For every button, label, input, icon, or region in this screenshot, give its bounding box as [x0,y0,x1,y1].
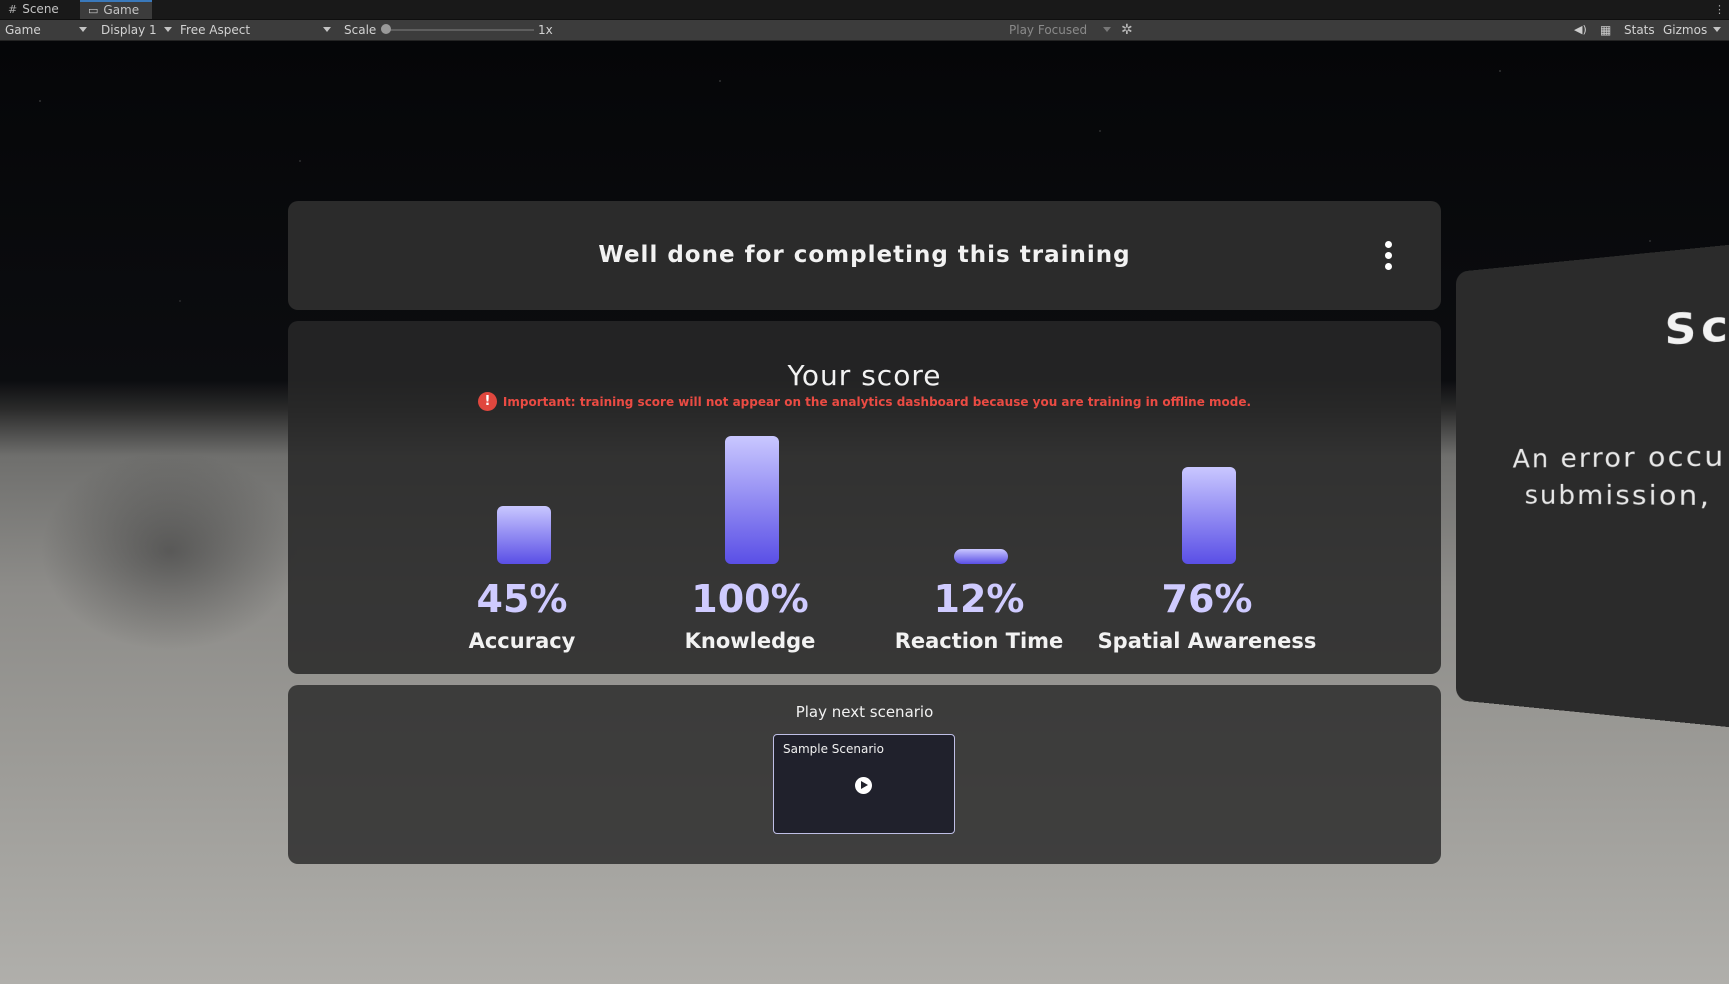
game-view-toolbar: Game Display 1 Free Aspect Scale 1x Play… [0,20,1729,41]
side-panel-line: An error occu [1512,439,1726,474]
side-panel-title: Sco [1664,298,1729,355]
next-scenario-panel: Play next scenario Sample Scenario [288,685,1441,864]
metric-bar [497,506,551,564]
aspect-dropdown[interactable]: Free Aspect [180,20,250,40]
metric-label: Accuracy [468,629,576,653]
next-scenario-label: Play next scenario [795,703,934,721]
play-icon[interactable] [855,777,872,794]
metric-label: Knowledge [684,629,816,653]
gizmos-button[interactable]: Gizmos [1663,20,1707,40]
chevron-down-icon [1103,27,1111,32]
view-dropdown-label: Game [5,23,41,37]
metric-bar [1182,467,1236,564]
keyboard-icon[interactable]: ▦ [1600,20,1611,40]
side-score-panel: Sco An error occu submission, [1456,240,1729,732]
metric-value: 100% [691,577,809,621]
tab-scene-label: Scene [22,2,59,16]
more-options-icon[interactable] [1385,241,1393,271]
display-dropdown[interactable]: Display 1 [101,20,157,40]
side-panel-line: submission, [1524,479,1712,512]
completion-header-panel: Well done for completing this training [288,201,1441,310]
metric-value: 45% [476,577,568,621]
display-dropdown-label: Display 1 [101,23,157,37]
metric-reaction-time: 12% Reaction Time [869,321,1089,674]
tab-scene[interactable]: # Scene [0,0,67,19]
chevron-down-icon [79,27,87,32]
tab-game-label: Game [103,3,140,17]
metric-bar [725,436,779,564]
tab-options-icon[interactable]: ⋮ [1714,0,1725,19]
speaker-icon[interactable]: ◀) [1574,20,1587,40]
play-mode-label: Play Focused [1009,23,1088,37]
metric-label: Spatial Awareness [1097,629,1317,653]
metric-bar [954,549,1008,564]
metric-accuracy: 45% Accuracy [412,321,632,674]
scenario-title: Sample Scenario [783,742,884,756]
scenario-card[interactable]: Sample Scenario [773,734,955,834]
play-mode-dropdown[interactable]: Play Focused [1009,20,1087,40]
gamepad-icon: ▭ [88,4,99,17]
scale-slider[interactable] [386,29,534,31]
scale-value: 1x [538,23,553,37]
scale-slider-handle[interactable] [381,24,391,34]
side-panel-error-text: An error occu submission, [1513,436,1726,515]
grid-icon: # [8,3,18,16]
metric-spatial-awareness: 76% Spatial Awareness [1097,321,1317,674]
metric-knowledge: 100% Knowledge [640,321,860,674]
tab-game[interactable]: ▭ Game [80,0,152,19]
score-panel: Your score ! Important: training score w… [288,321,1441,674]
aspect-dropdown-label: Free Aspect [180,23,251,37]
editor-tab-bar: # Scene ▭ Game ⋮ [0,0,1729,20]
scale-label: Scale [344,23,377,37]
game-viewport[interactable]: Well done for completing this training Y… [0,41,1729,984]
chevron-down-icon [164,27,172,32]
moon-terrain-shadow [40,451,300,651]
metric-value: 76% [1161,577,1253,621]
bug-icon[interactable]: ✲ [1121,20,1133,40]
chevron-down-icon [323,27,331,32]
stats-button[interactable]: Stats [1624,20,1655,40]
view-dropdown[interactable]: Game [5,20,41,40]
metric-value: 12% [933,577,1025,621]
chevron-down-icon [1713,27,1721,32]
metric-label: Reaction Time [894,629,1064,653]
completion-title: Well done for completing this training [598,242,1131,268]
